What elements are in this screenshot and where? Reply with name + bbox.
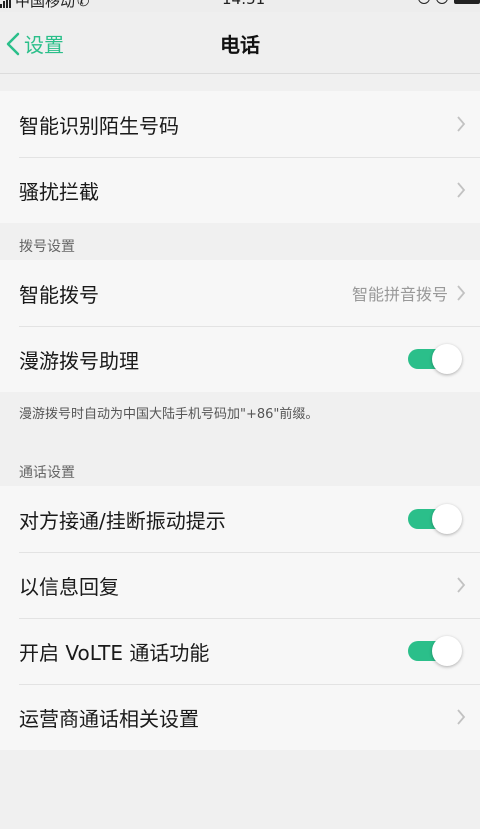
status-icons <box>418 0 480 4</box>
smart-dial-value: 智能拼音拨号 <box>351 285 448 304</box>
roaming-dial-label: 漫游拨号助理 <box>19 348 139 373</box>
dial-section-header: 拨号设置 <box>19 239 75 255</box>
smart-identify-item[interactable]: 智能识别陌生号码 <box>0 91 480 157</box>
carrier-area: 中国移动 ✆ <box>0 0 90 11</box>
chevron-right-icon <box>457 285 466 301</box>
call-icon: ✆ <box>77 0 90 10</box>
smart-dial-item[interactable]: 智能拨号 智能拼音拨号 <box>0 260 480 326</box>
carrier-settings-label: 运营商通话相关设置 <box>19 706 199 731</box>
volte-toggle[interactable] <box>408 636 464 666</box>
roaming-dial-item: 漫游拨号助理 <box>0 326 480 392</box>
nav-bar: 设置 电话 <box>0 12 480 74</box>
roaming-dial-note: 漫游拨号时自动为中国大陆手机号码加"+86"前缀。 <box>19 407 319 422</box>
roaming-dial-toggle[interactable] <box>408 344 464 374</box>
toggle-knob <box>432 344 462 374</box>
page-title: 电话 <box>220 33 260 57</box>
smart-identify-label: 智能识别陌生号码 <box>19 113 179 138</box>
volte-label: 开启 VoLTE 通话功能 <box>19 640 210 665</box>
chevron-right-icon <box>457 709 466 725</box>
toggle-knob <box>432 504 462 534</box>
status-time: 14:51 <box>222 0 265 8</box>
status-bar: 中国移动 ✆ 14:51 <box>0 0 480 12</box>
alarm-icon <box>436 0 448 4</box>
volte-item: 开启 VoLTE 通话功能 <box>0 618 480 684</box>
battery-icon <box>454 0 480 4</box>
reply-message-label: 以信息回复 <box>19 574 119 599</box>
smart-dial-label: 智能拨号 <box>19 282 99 307</box>
harassment-block-item[interactable]: 骚扰拦截 <box>0 157 480 223</box>
call-settings-group: 对方接通/挂断振动提示 以信息回复 开启 VoLTE 通话功能 运营商通话相关设… <box>0 486 480 750</box>
vibrate-item: 对方接通/挂断振动提示 <box>0 486 480 552</box>
carrier-name: 中国移动 <box>15 0 76 10</box>
chevron-right-icon <box>457 182 466 198</box>
harassment-block-label: 骚扰拦截 <box>19 179 99 204</box>
vibrate-label: 对方接通/挂断振动提示 <box>19 508 226 533</box>
chevron-right-icon <box>457 116 466 132</box>
call-section-header: 通话设置 <box>19 465 75 481</box>
carrier-settings-item[interactable]: 运营商通话相关设置 <box>0 684 480 750</box>
caller-id-group: 智能识别陌生号码 骚扰拦截 <box>0 91 480 223</box>
dial-settings-group: 智能拨号 智能拼音拨号 漫游拨号助理 <box>0 260 480 392</box>
vibrate-toggle[interactable] <box>408 504 464 534</box>
lock-rotation-icon <box>418 0 430 4</box>
chevron-right-icon <box>457 577 466 593</box>
toggle-knob <box>432 636 462 666</box>
reply-message-item[interactable]: 以信息回复 <box>0 552 480 618</box>
signal-icon <box>0 0 11 8</box>
